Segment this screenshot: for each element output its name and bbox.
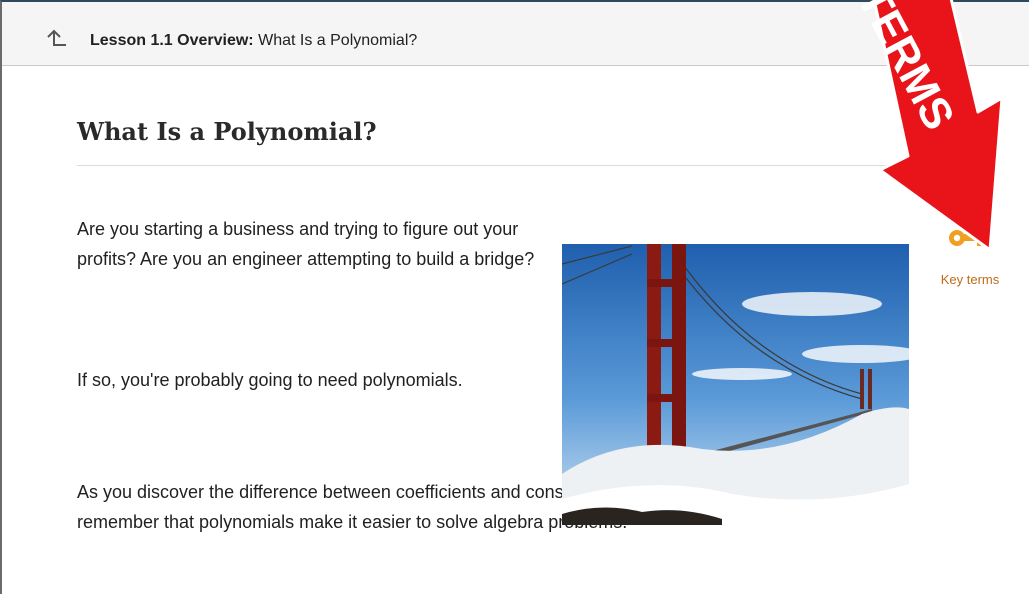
page-title: What Is a Polynomial? [77, 117, 377, 146]
bridge-photo [562, 244, 909, 525]
key-icon [949, 230, 991, 246]
intro-paragraph: Are you starting a business and trying t… [77, 219, 535, 269]
second-paragraph: If so, you're probably going to need pol… [77, 370, 463, 390]
third-paragraph: As you discover the difference between c… [77, 482, 628, 532]
key-terms-label: Key terms [940, 272, 1000, 287]
breadcrumb: Lesson 1.1 Overview: What Is a Polynomia… [90, 32, 417, 50]
title-divider [77, 165, 907, 166]
lesson-label: Lesson 1.1 Overview: [90, 32, 254, 49]
lesson-title: What Is a Polynomial? [258, 32, 418, 49]
key-terms-button[interactable]: Key terms [935, 224, 1005, 314]
arrow-up-left-icon[interactable] [46, 28, 68, 50]
lesson-header-bar: Lesson 1.1 Overview: What Is a Polynomia… [2, 2, 1029, 66]
